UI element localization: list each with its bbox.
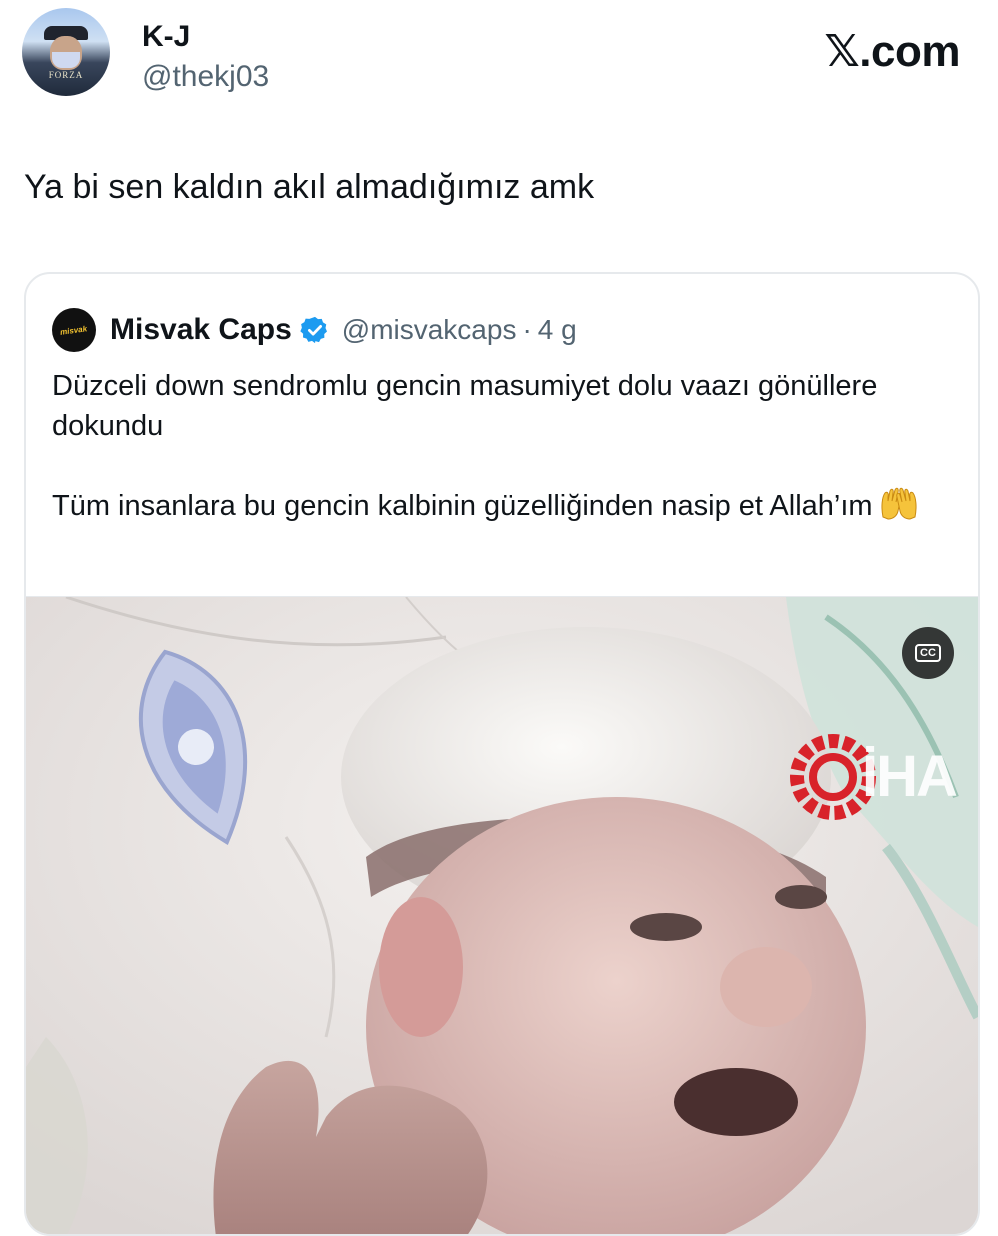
- verified-badge-icon: [300, 316, 327, 344]
- quoted-author-handle[interactable]: @misvakcaps: [342, 314, 517, 346]
- author-handle[interactable]: @thekj03: [142, 60, 269, 94]
- quoted-paragraph-1: Düzceli down sendromlu gencin masumiyet …: [52, 370, 878, 442]
- quoted-author-avatar[interactable]: misvak: [52, 308, 96, 352]
- avatar-brand-text: FORZA: [48, 70, 84, 80]
- tweet-text: Ya bi sen kaldın akıl almadığımız amk: [24, 168, 595, 206]
- quoted-paragraph-2: Tüm insanlara bu gencin kalbinin güzelli…: [52, 490, 873, 522]
- quoted-tweet-header: misvak Misvak Caps @misvakcaps · 4 g: [52, 308, 577, 352]
- quoted-tweet-card[interactable]: misvak Misvak Caps @misvakcaps · 4 g Düz…: [24, 272, 980, 1236]
- quoted-tweet-text: Düzceli down sendromlu gencin masumiyet …: [52, 366, 952, 526]
- quoted-author-name[interactable]: Misvak Caps: [110, 313, 292, 347]
- closed-captions-button[interactable]: CC: [902, 627, 954, 679]
- tweet-header: FORZA K-J @thekj03 𝕏.com: [0, 0, 998, 130]
- video-frame: [26, 597, 978, 1234]
- author-avatar[interactable]: FORZA: [22, 8, 110, 96]
- video-player[interactable]: İHA CC: [26, 596, 978, 1234]
- quoted-paragraph-2-line: Tüm insanlara bu gencin kalbinin güzelli…: [52, 486, 952, 526]
- quoted-avatar-brand-text: misvak: [59, 323, 89, 337]
- x-logo: 𝕏.com: [824, 27, 960, 76]
- iha-watermark: İHA: [778, 727, 978, 827]
- author-display-name[interactable]: K-J: [142, 20, 190, 54]
- iha-watermark-text: İHA: [862, 744, 958, 809]
- raised-hands-icon: [881, 487, 917, 520]
- cc-icon: CC: [915, 644, 941, 662]
- separator-dot: ·: [522, 314, 532, 345]
- avatar-mask: [52, 52, 80, 68]
- quoted-timestamp[interactable]: 4 g: [538, 314, 577, 346]
